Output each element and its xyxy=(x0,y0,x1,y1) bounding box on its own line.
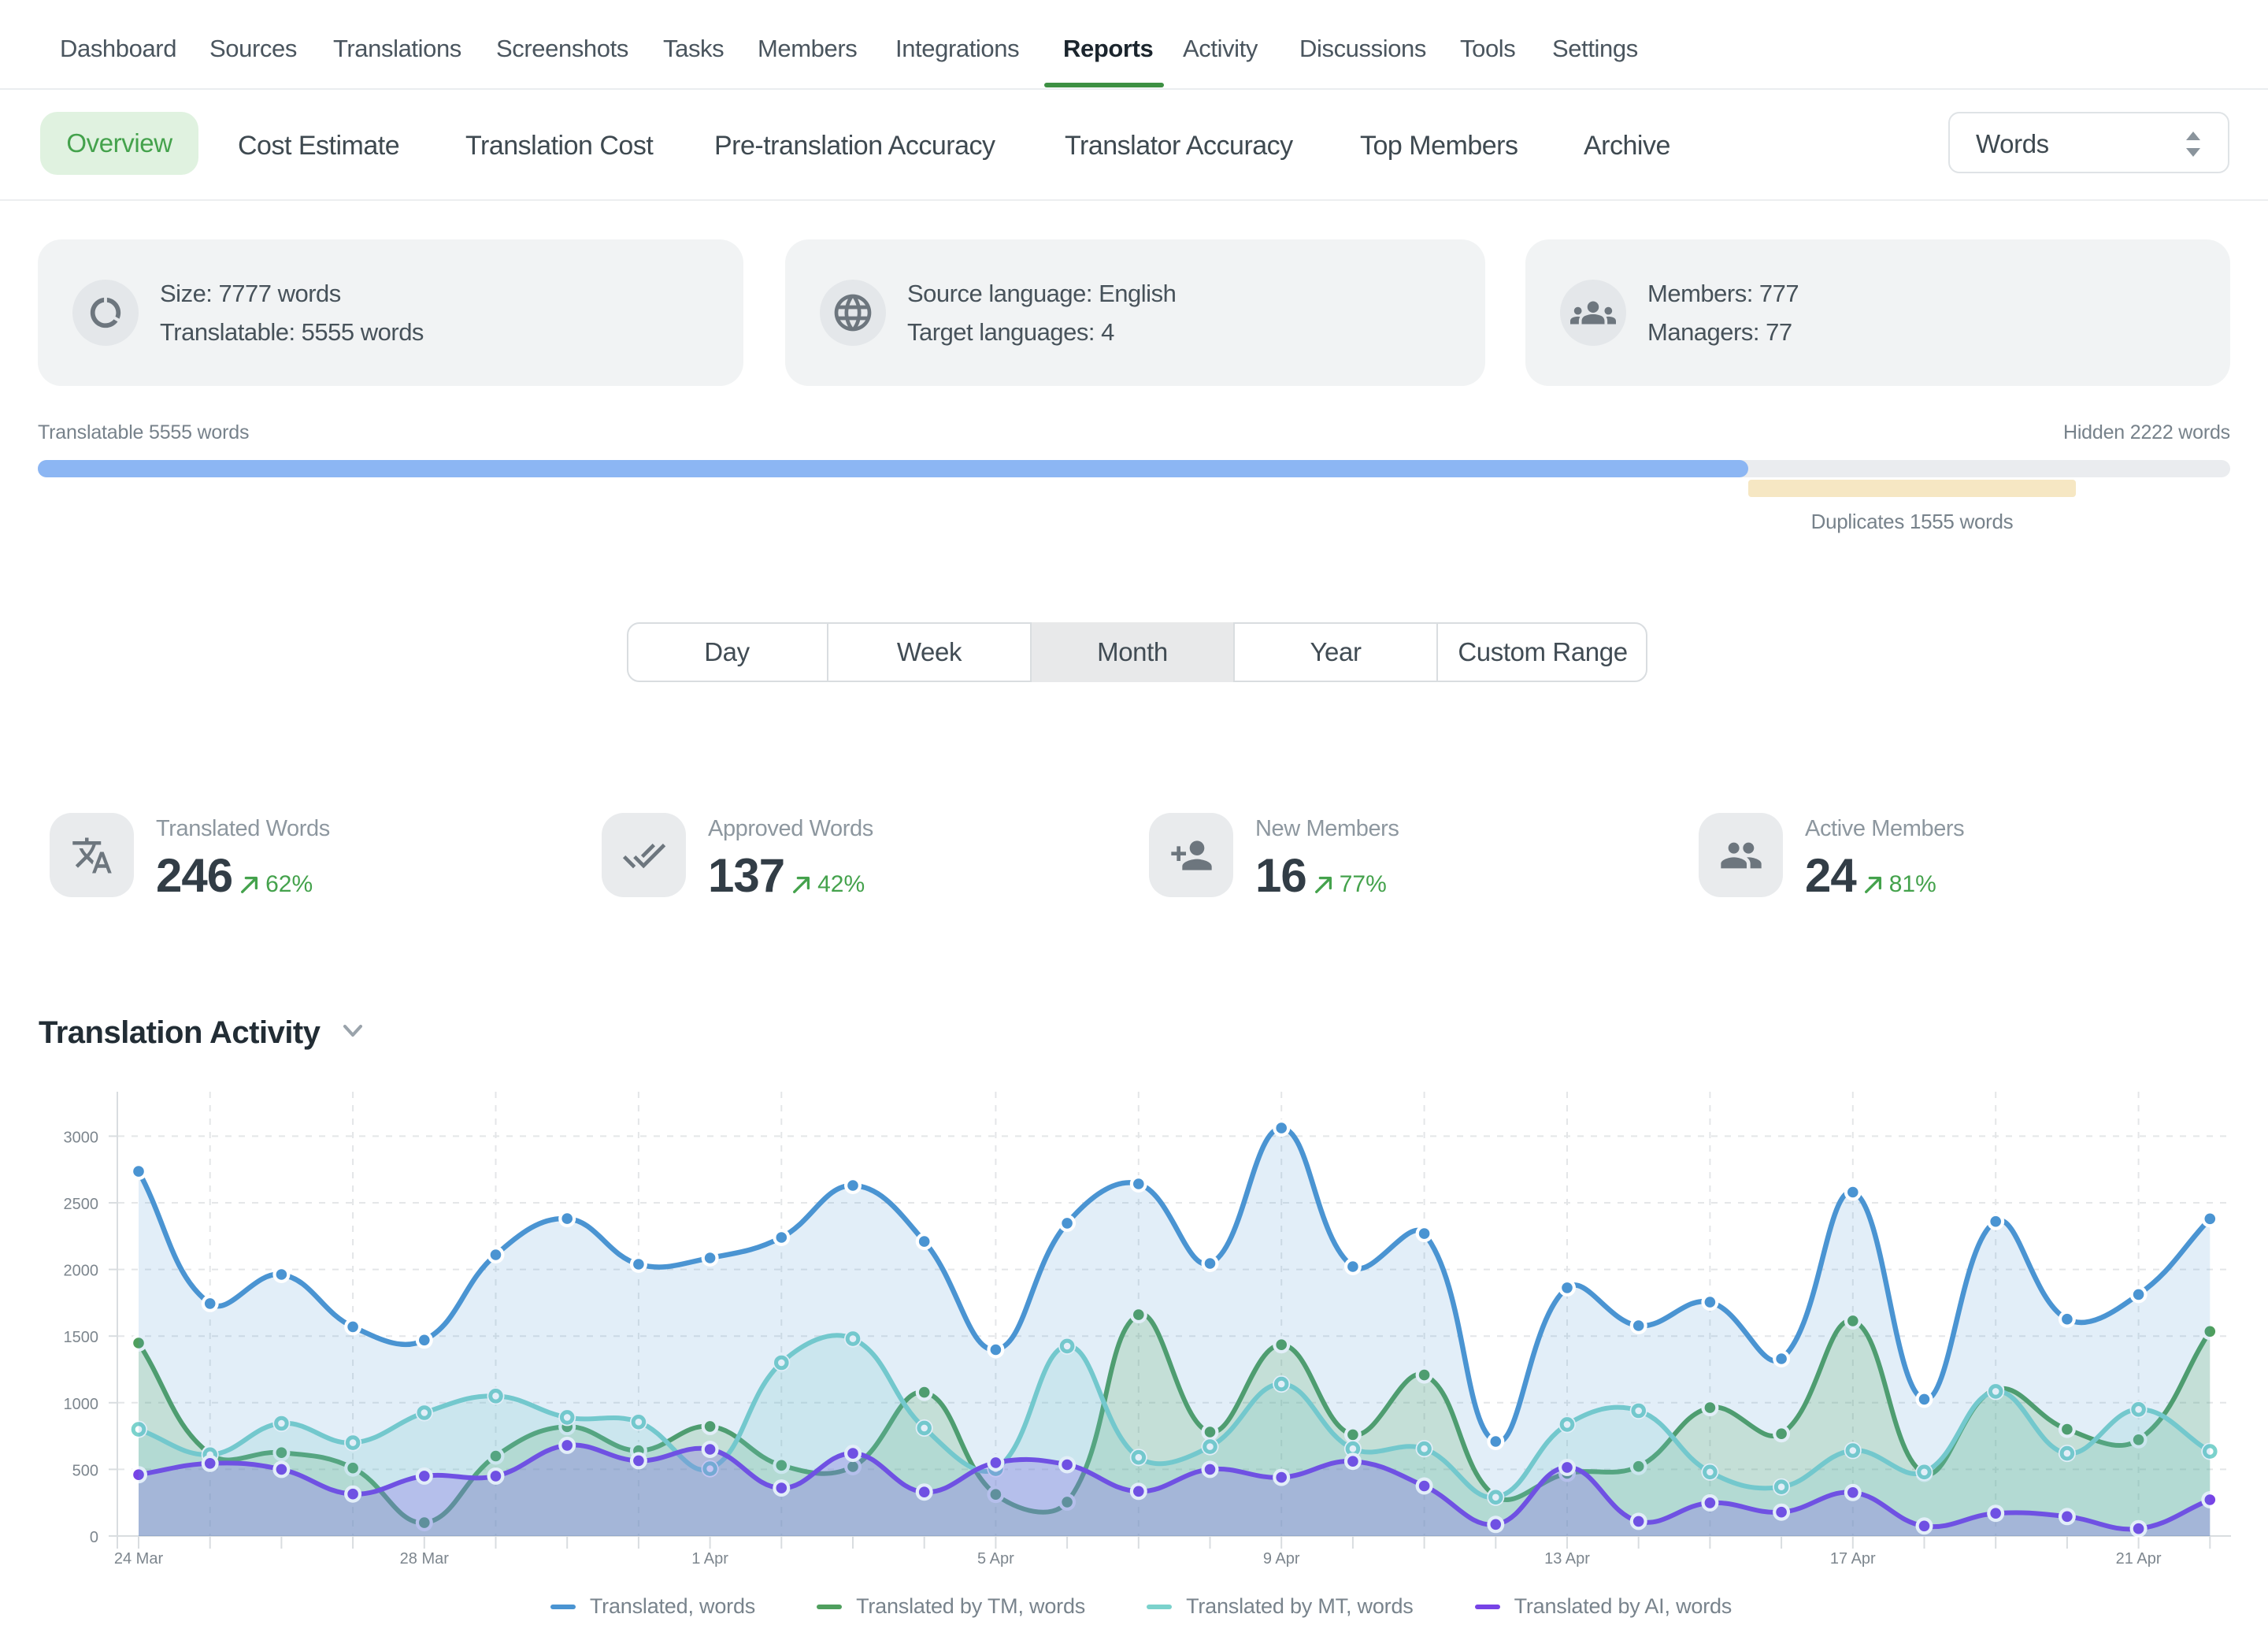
svg-text:5 Apr: 5 Apr xyxy=(977,1550,1014,1568)
svg-text:2500: 2500 xyxy=(64,1196,99,1213)
svg-text:2000: 2000 xyxy=(64,1263,99,1280)
svg-text:17 Apr: 17 Apr xyxy=(1830,1550,1876,1568)
svg-text:24 Mar: 24 Mar xyxy=(114,1550,164,1568)
svg-text:1000: 1000 xyxy=(64,1396,99,1413)
svg-text:9 Apr: 9 Apr xyxy=(1263,1550,1300,1568)
svg-text:1 Apr: 1 Apr xyxy=(691,1550,728,1568)
svg-text:28 Mar: 28 Mar xyxy=(400,1550,450,1568)
svg-text:13 Apr: 13 Apr xyxy=(1544,1550,1590,1568)
svg-text:21 Apr: 21 Apr xyxy=(2116,1550,2162,1568)
svg-text:0: 0 xyxy=(90,1529,98,1546)
svg-text:3000: 3000 xyxy=(64,1129,99,1146)
svg-text:500: 500 xyxy=(72,1462,98,1479)
svg-text:1500: 1500 xyxy=(64,1329,99,1346)
